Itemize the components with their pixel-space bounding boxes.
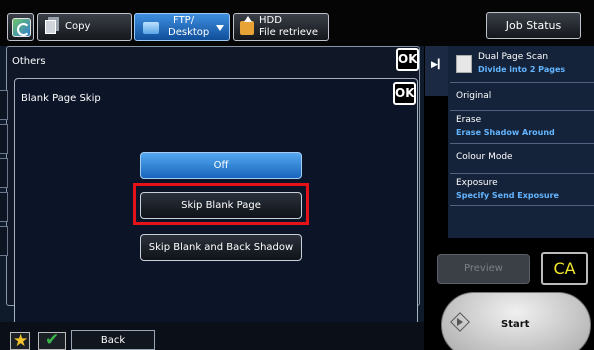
- tab-copy[interactable]: Copy: [37, 13, 132, 41]
- colour-mode-label: Colour Mode: [456, 152, 513, 162]
- option-skip-blank-back-shadow-button[interactable]: Skip Blank and Back Shadow: [140, 234, 302, 261]
- side-tab[interactable]: [0, 158, 8, 188]
- exposure-value: Specify Send Exposure: [456, 191, 559, 200]
- start-icon: [450, 312, 470, 332]
- side-tab[interactable]: [0, 90, 8, 120]
- side-tab[interactable]: [0, 124, 8, 154]
- highlight-frame: [133, 183, 309, 225]
- original-item[interactable]: Original: [450, 83, 594, 111]
- checkmark-icon: ✔: [45, 330, 60, 350]
- tab-hdd-file-retrieve[interactable]: HDD File retrieve: [233, 13, 329, 41]
- exposure-item[interactable]: Exposure Specify Send Exposure: [450, 174, 594, 206]
- erase-label: Erase: [456, 115, 482, 125]
- clear-all-button[interactable]: CA: [541, 252, 588, 285]
- star-icon: ★: [13, 331, 29, 350]
- side-tab[interactable]: [0, 192, 8, 222]
- tab-copy-label: Copy: [65, 21, 91, 32]
- dual-page-scan-item[interactable]: Dual Page Scan Divide into 2 Pages: [450, 47, 594, 83]
- others-title: Others: [12, 56, 46, 67]
- others-ok-button[interactable]: OK: [396, 48, 419, 71]
- mode-switch-button[interactable]: [7, 13, 34, 41]
- favourite-button[interactable]: ★: [10, 331, 30, 350]
- copy-icon: [45, 20, 56, 34]
- tab-ftp-label-line1: FTP/: [173, 15, 195, 26]
- blank-page-skip-dialog: Blank Page Skip Off Skip Blank Page Skip…: [14, 78, 418, 341]
- start-button[interactable]: Start: [441, 292, 591, 350]
- erase-item[interactable]: Erase Erase Shadow Around: [450, 111, 594, 144]
- dialog-ok-button[interactable]: OK: [393, 82, 416, 105]
- erase-value: Erase Shadow Around: [456, 128, 555, 137]
- tab-ftp-label-line2: Desktop: [168, 27, 210, 38]
- dual-page-scan-value: Divide into 2 Pages: [478, 65, 566, 74]
- colour-mode-item[interactable]: Colour Mode: [450, 144, 594, 174]
- back-button[interactable]: Back: [71, 330, 155, 350]
- original-label: Original: [456, 91, 492, 101]
- play-arrow-icon: ▶▎: [431, 60, 445, 70]
- dual-page-scan-checkbox[interactable]: [456, 55, 472, 73]
- panel-toggle-button[interactable]: ▶▎: [425, 46, 448, 96]
- preview-button[interactable]: Preview: [437, 254, 530, 284]
- ftp-desktop-icon: [143, 22, 159, 34]
- tab-hdd-label-line2: File retrieve: [259, 27, 318, 38]
- side-tab[interactable]: [0, 226, 8, 256]
- exposure-label: Exposure: [456, 178, 498, 188]
- dual-page-scan-label: Dual Page Scan: [478, 52, 549, 62]
- mode-switch-icon: [12, 18, 31, 37]
- tab-ftp-desktop[interactable]: FTP/ Desktop: [134, 13, 230, 41]
- dialog-title: Blank Page Skip: [21, 93, 101, 104]
- option-off-button[interactable]: Off: [140, 152, 302, 179]
- start-label: Start: [501, 319, 530, 330]
- check-button[interactable]: ✔: [38, 330, 66, 350]
- dropdown-arrow-icon: [216, 25, 224, 31]
- tab-hdd-label-line1: HDD: [259, 15, 282, 26]
- hdd-retrieve-icon: [240, 16, 254, 35]
- job-status-button[interactable]: Job Status: [486, 12, 581, 39]
